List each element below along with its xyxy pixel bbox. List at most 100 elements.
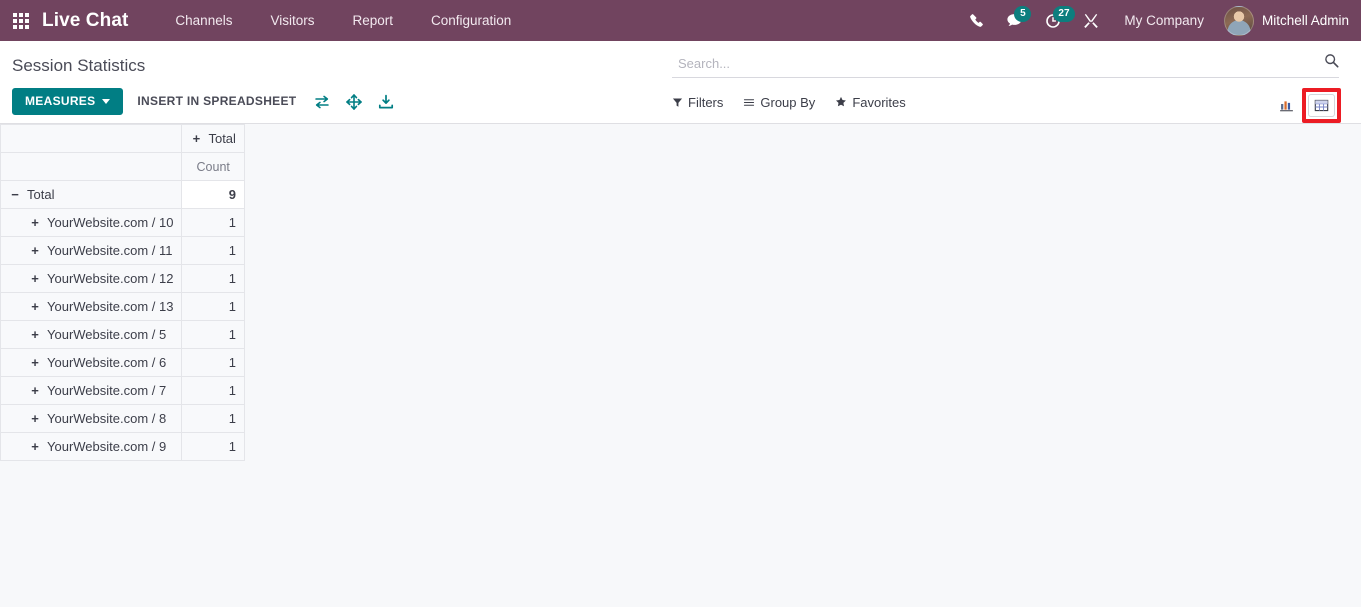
table-row[interactable]: + YourWebsite.com / 6 1 bbox=[0, 348, 245, 377]
pivot-table: + Total Count − Total 9 + YourWebsite.com /… bbox=[0, 124, 245, 461]
pivot-row-value: 1 bbox=[181, 348, 245, 377]
expand-toggle-icon: + bbox=[31, 411, 39, 426]
table-row[interactable]: + YourWebsite.com / 10 1 bbox=[0, 208, 245, 237]
pivot-row-value: 1 bbox=[181, 208, 245, 237]
app-brand-title[interactable]: Live Chat bbox=[42, 10, 128, 32]
collapse-toggle-icon: − bbox=[11, 187, 19, 202]
measures-button[interactable]: MEASURES bbox=[12, 88, 124, 115]
group-by-label: Group By bbox=[760, 94, 816, 110]
filter-funnel-icon bbox=[672, 97, 683, 107]
pivot-col-total-header[interactable]: + Total bbox=[181, 124, 245, 153]
nav-item-report[interactable]: Report bbox=[333, 0, 412, 41]
user-menu[interactable]: Mitchell Admin bbox=[1218, 5, 1349, 36]
page-title: Session Statistics bbox=[12, 56, 146, 75]
activities-button[interactable]: 27 bbox=[1034, 0, 1075, 41]
table-row[interactable]: + YourWebsite.com / 7 1 bbox=[0, 376, 245, 405]
activities-count-badge: 27 bbox=[1053, 6, 1075, 22]
phone-icon bbox=[970, 14, 984, 27]
pivot-row-label[interactable]: + YourWebsite.com / 5 bbox=[0, 320, 183, 349]
table-row[interactable]: + YourWebsite.com / 11 1 bbox=[0, 236, 245, 265]
group-by-dropdown[interactable]: Group By bbox=[743, 95, 815, 110]
pivot-row-text: YourWebsite.com / 13 bbox=[47, 299, 174, 314]
pivot-row-text: YourWebsite.com / 7 bbox=[47, 383, 167, 398]
filters-label: Filters bbox=[688, 94, 724, 110]
pivot-row-text: YourWebsite.com / 8 bbox=[47, 411, 167, 426]
pivot-row-label[interactable]: + YourWebsite.com / 10 bbox=[0, 208, 183, 237]
navbar-menu: Channels Visitors Report Configuration bbox=[156, 0, 530, 41]
pivot-header-row-group: + Total bbox=[0, 124, 245, 153]
top-navbar: Live Chat Channels Visitors Report Confi… bbox=[0, 0, 1361, 41]
search-icon[interactable] bbox=[1324, 53, 1339, 76]
pivot-row-text: YourWebsite.com / 9 bbox=[47, 439, 167, 454]
pivot-row-label[interactable]: + YourWebsite.com / 8 bbox=[0, 404, 183, 433]
pivot-total-row-value: 9 bbox=[181, 180, 245, 209]
pivot-view-highlight bbox=[1302, 87, 1341, 123]
table-row[interactable]: + YourWebsite.com / 12 1 bbox=[0, 264, 245, 293]
group-by-lines-icon bbox=[744, 98, 755, 106]
nav-item-configuration[interactable]: Configuration bbox=[412, 0, 530, 41]
messages-button[interactable]: 5 bbox=[995, 0, 1034, 41]
flip-axis-button[interactable] bbox=[306, 91, 338, 113]
download-xlsx-button[interactable] bbox=[370, 90, 402, 114]
pivot-total-row-label[interactable]: − Total bbox=[0, 180, 183, 209]
nav-item-visitors[interactable]: Visitors bbox=[251, 0, 333, 41]
pivot-row-value: 1 bbox=[181, 236, 245, 265]
search-input[interactable] bbox=[672, 55, 1324, 74]
flip-axis-icon bbox=[315, 95, 330, 108]
expand-toggle-icon: + bbox=[31, 299, 39, 314]
pivot-header-row-measure: Count bbox=[0, 152, 245, 181]
pivot-row-value: 1 bbox=[181, 264, 245, 293]
search-facets-row: Filters Group By Favorites bbox=[660, 84, 1361, 123]
pivot-row-value: 1 bbox=[181, 376, 245, 405]
table-row[interactable]: + YourWebsite.com / 9 1 bbox=[0, 432, 245, 461]
pivot-row-text: YourWebsite.com / 5 bbox=[47, 327, 167, 342]
expand-toggle-icon: + bbox=[31, 243, 39, 258]
favorites-label: Favorites bbox=[852, 94, 906, 110]
phone-button[interactable] bbox=[958, 0, 995, 41]
apps-menu-button[interactable] bbox=[0, 0, 42, 41]
expand-toggle-icon: + bbox=[31, 271, 39, 286]
pivot-row-label[interactable]: + YourWebsite.com / 6 bbox=[0, 348, 183, 377]
insert-in-spreadsheet-button[interactable]: INSERT IN SPREADSHEET bbox=[123, 88, 306, 115]
pivot-table-container: + Total Count − Total 9 + YourWebsite.com /… bbox=[0, 124, 1361, 461]
apps-grid-icon bbox=[13, 12, 29, 29]
favorites-dropdown[interactable]: Favorites bbox=[835, 94, 906, 110]
pivot-corner-cell bbox=[0, 124, 183, 153]
expand-all-button[interactable] bbox=[338, 90, 370, 114]
graph-view-button[interactable] bbox=[1275, 95, 1298, 116]
pivot-body: − Total 9 + YourWebsite.com / 10 1 + YourWe… bbox=[0, 180, 245, 461]
pivot-row-value: 1 bbox=[181, 404, 245, 433]
pivot-row-value: 1 bbox=[181, 320, 245, 349]
chevron-down-icon bbox=[102, 98, 111, 104]
debug-tools-icon bbox=[1084, 13, 1099, 28]
pivot-row-label[interactable]: + YourWebsite.com / 9 bbox=[0, 432, 183, 461]
pivot-col-total-label: Total bbox=[208, 131, 236, 146]
debug-tools-button[interactable] bbox=[1072, 0, 1110, 41]
pivot-total-row-text: Total bbox=[27, 187, 55, 202]
pivot-total-row[interactable]: − Total 9 bbox=[0, 180, 245, 209]
table-row[interactable]: + YourWebsite.com / 8 1 bbox=[0, 404, 245, 433]
pivot-table-icon bbox=[1314, 99, 1329, 111]
pivot-action-buttons: MEASURES INSERT IN SPREADSHEET bbox=[0, 78, 660, 115]
table-row[interactable]: + YourWebsite.com / 5 1 bbox=[0, 320, 245, 349]
filters-dropdown[interactable]: Filters bbox=[672, 95, 723, 110]
pivot-measure-header[interactable]: Count bbox=[181, 152, 245, 181]
control-panel: Session Statistics MEASURES bbox=[0, 41, 1361, 124]
pivot-row-label[interactable]: + YourWebsite.com / 13 bbox=[0, 292, 183, 321]
messages-count-badge: 5 bbox=[1014, 6, 1032, 22]
pivot-row-label[interactable]: + YourWebsite.com / 11 bbox=[0, 236, 183, 265]
pivot-row-label[interactable]: + YourWebsite.com / 7 bbox=[0, 376, 183, 405]
pivot-view-button[interactable] bbox=[1308, 93, 1335, 117]
download-xlsx-icon bbox=[379, 94, 394, 108]
pivot-row-value: 1 bbox=[181, 432, 245, 461]
pivot-row-label[interactable]: + YourWebsite.com / 12 bbox=[0, 264, 183, 293]
search-bar[interactable] bbox=[672, 52, 1339, 78]
expand-toggle-icon: + bbox=[31, 215, 39, 230]
company-switcher[interactable]: My Company bbox=[1110, 13, 1218, 28]
pivot-row-text: YourWebsite.com / 12 bbox=[47, 271, 174, 286]
nav-item-channels[interactable]: Channels bbox=[156, 0, 251, 41]
pivot-row-text: YourWebsite.com / 10 bbox=[47, 215, 174, 230]
pivot-row-value: 1 bbox=[181, 292, 245, 321]
table-row[interactable]: + YourWebsite.com / 13 1 bbox=[0, 292, 245, 321]
avatar bbox=[1223, 5, 1254, 36]
